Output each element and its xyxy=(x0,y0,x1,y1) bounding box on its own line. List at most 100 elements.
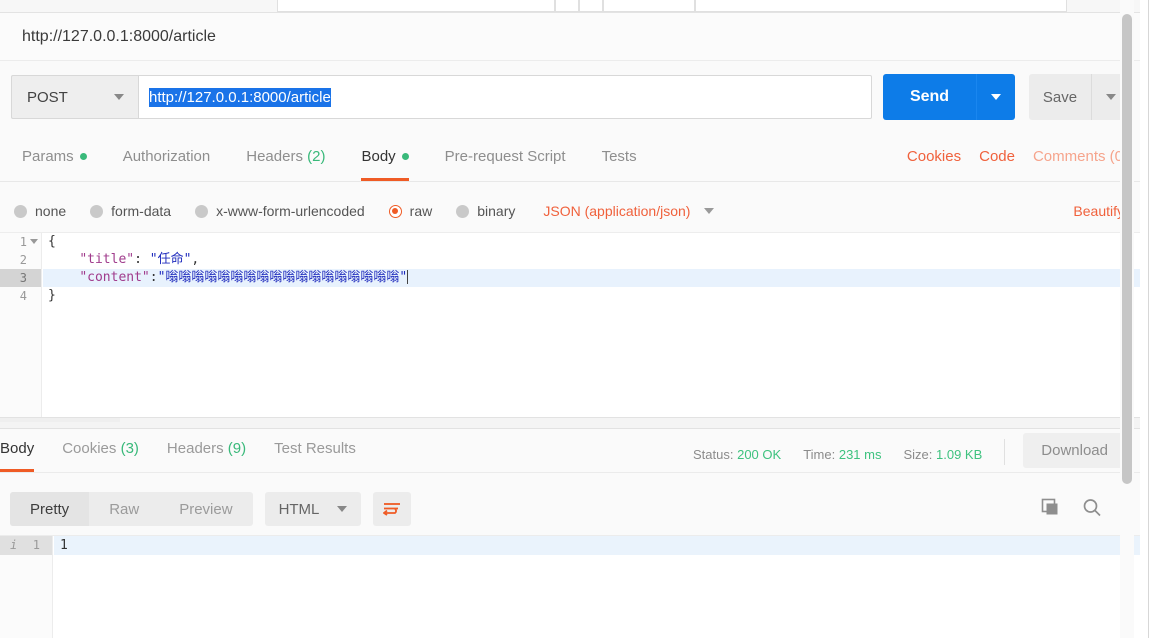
tab-label: Params xyxy=(22,148,74,165)
json-key: "title" xyxy=(79,252,135,267)
tab-label: Tests xyxy=(601,148,637,165)
line-number: 1 xyxy=(19,235,27,249)
response-code-line: 1 xyxy=(54,536,1140,555)
gutter-line[interactable]: 1 xyxy=(0,233,41,251)
pane-splitter[interactable] xyxy=(0,417,1140,429)
code-line: "title": "任命", xyxy=(43,251,1140,269)
radio-label: form-data xyxy=(111,203,172,219)
request-tabs-actions: Cookies Code Comments (0) xyxy=(889,140,1140,165)
copy-button[interactable] xyxy=(1041,498,1060,520)
editor-code-area[interactable]: { "title": "任命", "content":"嗡嗡嗡嗡嗡嗡嗡嗡嗡嗡嗡嗡… xyxy=(43,233,1140,417)
gutter-line[interactable]: 4 xyxy=(0,287,41,305)
status-label: Status: xyxy=(693,447,734,462)
wrap-lines-button[interactable] xyxy=(373,492,412,526)
code-text: { xyxy=(48,234,56,249)
tab-strip-cell[interactable] xyxy=(579,0,603,12)
body-type-raw[interactable]: raw xyxy=(388,203,433,219)
vertical-scrollbar[interactable] xyxy=(1120,0,1134,638)
body-type-form-data[interactable]: form-data xyxy=(90,203,171,219)
tab-badge: (9) xyxy=(227,440,247,457)
tab-label: Headers xyxy=(166,440,224,457)
radio-label: binary xyxy=(477,203,516,219)
url-input[interactable]: http://127.0.0.1:8000/article xyxy=(138,75,872,119)
size-value: 1.09 KB xyxy=(936,447,983,462)
response-body-viewer[interactable]: i 1 1 xyxy=(0,535,1140,638)
tab-strip-cell[interactable] xyxy=(603,0,695,12)
response-tabs-list: Body Cookies (3) Headers (9) Test Result… xyxy=(0,429,370,472)
radio-selected-icon xyxy=(388,204,402,218)
splitter-handle[interactable] xyxy=(0,418,120,422)
download-button[interactable]: Download xyxy=(1023,433,1126,468)
tab-pre-request-script[interactable]: Pre-request Script xyxy=(427,140,584,181)
view-raw[interactable]: Raw xyxy=(89,492,159,526)
tab-strip-cell[interactable] xyxy=(277,0,555,12)
chevron-down-icon xyxy=(704,208,715,214)
save-button-group: Save xyxy=(1029,74,1129,120)
code-comma: , xyxy=(191,252,200,267)
send-options-button[interactable] xyxy=(976,74,1015,120)
url-input-value: http://127.0.0.1:8000/article xyxy=(149,87,331,107)
method-select[interactable]: POST xyxy=(11,75,138,119)
tab-body[interactable]: Body xyxy=(343,140,426,181)
tab-label: Test Results xyxy=(274,440,356,457)
divider xyxy=(1004,438,1006,465)
body-type-urlencoded[interactable]: x-www-form-urlencoded xyxy=(195,203,365,219)
body-type-binary[interactable]: binary xyxy=(456,203,515,219)
tab-strip-cell[interactable] xyxy=(695,0,1067,12)
response-toolbar: Pretty Raw Preview HTML xyxy=(0,483,1140,535)
time-value: 231 ms xyxy=(838,447,882,462)
tab-headers[interactable]: Headers (2) xyxy=(228,140,343,181)
line-number: 3 xyxy=(19,271,27,285)
response-tab-test-results[interactable]: Test Results xyxy=(260,429,370,472)
response-tab-headers[interactable]: Headers (9) xyxy=(153,429,260,472)
cookies-link[interactable]: Cookies xyxy=(907,148,961,165)
format-label: HTML xyxy=(278,500,320,518)
beautify-button[interactable]: Beautify xyxy=(1073,203,1124,219)
content-type-label: JSON (application/json) xyxy=(543,203,691,219)
chevron-down-icon xyxy=(337,506,348,512)
scrollbar-thumb[interactable] xyxy=(1122,14,1132,484)
radio-icon xyxy=(90,204,104,218)
request-tabs-list: Params Authorization Headers (2) Body Pr… xyxy=(0,140,655,181)
chevron-down-icon xyxy=(114,94,124,100)
request-tabs: Params Authorization Headers (2) Body Pr… xyxy=(0,140,1140,182)
wrap-lines-icon xyxy=(383,503,401,516)
gutter-line[interactable]: 2 xyxy=(0,251,41,269)
response-code-area[interactable]: 1 xyxy=(54,536,1140,638)
tab-strip-cells xyxy=(277,0,1067,12)
response-tab-body[interactable]: Body xyxy=(0,429,48,472)
tab-authorization[interactable]: Authorization xyxy=(105,140,229,181)
request-bar: POST http://127.0.0.1:8000/article Send … xyxy=(0,61,1140,133)
tab-badge: (3) xyxy=(120,440,139,457)
tab-badge: (2) xyxy=(307,148,326,165)
radio-label: x-www-form-urlencoded xyxy=(216,203,365,219)
radio-icon xyxy=(195,204,209,218)
tab-tests[interactable]: Tests xyxy=(584,140,655,181)
chevron-down-icon xyxy=(1105,94,1116,100)
code-link[interactable]: Code xyxy=(979,148,1015,165)
save-button[interactable]: Save xyxy=(1029,74,1091,120)
content-type-select[interactable]: JSON (application/json) xyxy=(543,203,715,219)
send-button[interactable]: Send xyxy=(883,74,976,120)
response-gutter-line: i 1 xyxy=(0,536,52,555)
radio-label: none xyxy=(35,203,67,219)
code-colon: : xyxy=(149,270,158,285)
response-tab-cookies[interactable]: Cookies (3) xyxy=(48,429,153,472)
window-right-edge xyxy=(1148,0,1154,638)
tab-params[interactable]: Params xyxy=(4,140,105,181)
tab-strip-cell[interactable] xyxy=(555,0,579,12)
tab-label: Pre-request Script xyxy=(444,148,566,165)
response-format-select[interactable]: HTML xyxy=(264,492,362,526)
view-preview[interactable]: Preview xyxy=(159,492,252,526)
body-type-none[interactable]: none xyxy=(14,203,66,219)
request-body-editor[interactable]: 1 2 3 4 { "title": "任命", "content":"嗡嗡嗡嗡… xyxy=(0,232,1140,417)
tab-label: Body xyxy=(0,440,35,457)
time-label: Time: xyxy=(803,447,836,462)
fold-arrow-icon[interactable] xyxy=(30,239,38,244)
gutter-line[interactable]: 3 xyxy=(0,269,41,287)
comments-link[interactable]: Comments (0) xyxy=(1033,148,1128,165)
radio-label: raw xyxy=(409,203,433,219)
view-pretty[interactable]: Pretty xyxy=(10,492,90,526)
search-button[interactable] xyxy=(1082,498,1102,521)
